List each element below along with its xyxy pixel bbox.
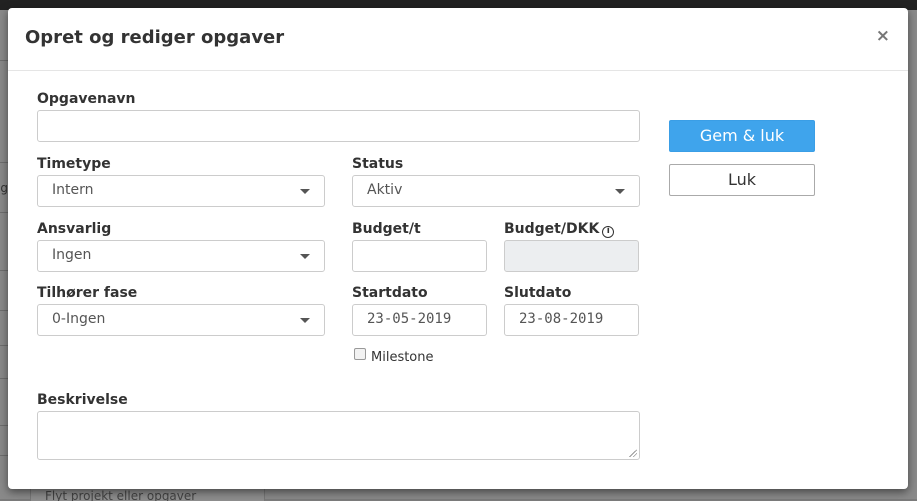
background-divider	[0, 310, 8, 311]
phase-select[interactable]: 0-Ingen	[37, 304, 325, 336]
status-value: Aktiv	[367, 182, 403, 198]
time-type-value: Intern	[52, 182, 94, 198]
background-divider	[0, 425, 8, 426]
task-name-input[interactable]	[37, 110, 640, 142]
budget-hours-input[interactable]	[352, 240, 487, 272]
description-label: Beskrivelse	[37, 392, 128, 408]
responsible-label: Ansvarlig	[37, 221, 112, 237]
background-divider	[0, 455, 8, 456]
budget-dkk-label: Budget/DKK i	[504, 221, 615, 238]
time-type-label: Timetype	[37, 156, 111, 172]
chevron-down-icon	[300, 189, 310, 194]
resize-grip-icon[interactable]	[629, 449, 637, 457]
phase-label: Tilhører fase	[37, 285, 138, 301]
chevron-down-icon	[300, 318, 310, 323]
responsible-value: Ingen	[52, 247, 92, 263]
close-button[interactable]: Luk	[669, 164, 815, 196]
background-divider	[0, 378, 8, 379]
budget-dkk-input	[504, 240, 639, 272]
task-name-label: Opgavenavn	[37, 91, 136, 107]
background-divider	[0, 162, 8, 163]
description-textarea[interactable]	[37, 411, 640, 460]
end-date-input[interactable]: 23-08-2019	[504, 304, 639, 336]
status-select[interactable]: Aktiv	[352, 175, 640, 207]
save-close-button[interactable]: Gem & luk	[669, 120, 815, 152]
phase-value: 0-Ingen	[52, 311, 106, 327]
start-date-input[interactable]: 23-05-2019	[352, 304, 487, 336]
task-modal: Opret og rediger opgaver × Opgavenavn Ti…	[8, 8, 908, 489]
background-text-fragment: g	[0, 181, 8, 195]
close-icon[interactable]: ×	[876, 26, 890, 46]
background-divider	[0, 345, 8, 346]
budget-dkk-label-text: Budget/DKK	[504, 221, 600, 237]
status-label: Status	[352, 156, 404, 172]
chevron-down-icon	[300, 254, 310, 259]
chevron-down-icon	[615, 189, 625, 194]
milestone-checkbox[interactable]	[354, 348, 366, 360]
info-icon[interactable]: i	[602, 226, 615, 238]
background-divider	[0, 212, 8, 213]
budget-hours-label: Budget/t	[352, 221, 421, 237]
modal-header: Opret og rediger opgaver ×	[8, 8, 908, 71]
end-date-label: Slutdato	[504, 285, 572, 301]
responsible-select[interactable]: Ingen	[37, 240, 325, 272]
modal-title: Opret og rediger opgaver	[25, 27, 285, 48]
background-divider	[0, 270, 8, 271]
time-type-select[interactable]: Intern	[37, 175, 325, 207]
milestone-label: Milestone	[371, 350, 434, 365]
background-divider	[0, 60, 8, 61]
start-date-label: Startdato	[352, 285, 428, 301]
